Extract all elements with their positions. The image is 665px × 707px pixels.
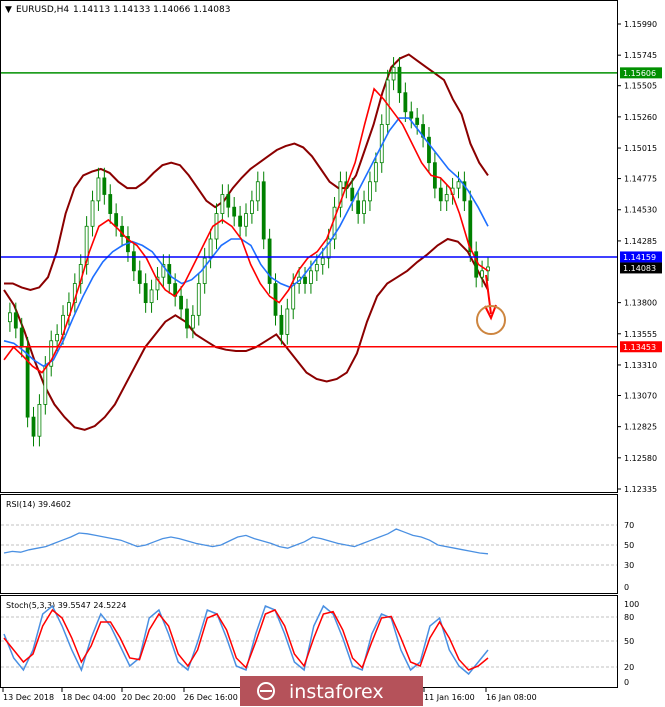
candle-body <box>285 308 290 335</box>
candle-body <box>415 117 420 125</box>
rsi-title: RSI(14) 39.4602 <box>6 500 71 509</box>
y-tick-label: 1.14285 <box>624 237 657 246</box>
y-tick-label: 1.13310 <box>624 361 657 370</box>
candle-body <box>196 283 201 316</box>
stoch-tick-100: 100 <box>624 600 639 609</box>
candle-body <box>438 187 443 202</box>
candle-body <box>13 312 18 329</box>
candle-body <box>391 66 396 81</box>
candle-body <box>244 213 248 227</box>
chart-svg: ▼ EURUSD,H4 1.14113 1.14133 1.14066 1.14… <box>0 0 662 706</box>
candle-body <box>90 200 95 227</box>
candle-body <box>31 416 36 437</box>
candle-body <box>190 314 195 329</box>
candle-body <box>202 257 207 284</box>
y-tick-label: 1.15745 <box>624 51 657 60</box>
symbol-arrow-icon: ▼ <box>5 5 12 15</box>
candle-body <box>185 308 189 329</box>
stoch-tick-50: 50 <box>624 637 634 646</box>
candle-body <box>19 327 24 348</box>
y-tick-label: 1.12825 <box>624 423 657 432</box>
x-tick-label: 13 Dec 2018 <box>3 693 54 702</box>
stoch-title: Stoch(5,3,3) 39.5547 24.5224 <box>6 601 126 610</box>
candle-body <box>456 181 461 189</box>
x-tick-label: 26 Dec 16:00 <box>184 693 238 702</box>
candle-body <box>250 200 254 214</box>
candle-body <box>43 365 48 405</box>
candle-body <box>226 194 231 208</box>
candle-body <box>397 66 402 94</box>
candle-body <box>220 194 225 214</box>
chart-ohlc: 1.14113 1.14133 1.14066 1.14083 <box>73 5 230 15</box>
candle-body <box>309 270 313 284</box>
rsi-tick-70: 70 <box>624 521 634 530</box>
candle-body <box>368 181 372 202</box>
price-panel-frame <box>0 0 618 493</box>
y-tick-label: 1.15505 <box>624 82 657 91</box>
candle-body <box>25 346 30 418</box>
y-tick-label: 1.13070 <box>624 391 657 400</box>
candle-body <box>261 181 266 240</box>
x-tick-label: 11 Jan 16:00 <box>424 693 475 702</box>
candle-body <box>149 289 154 304</box>
candle-body <box>143 283 148 304</box>
candle-body <box>179 295 183 310</box>
candle-body <box>208 238 213 259</box>
y-tick-label: 1.14530 <box>624 206 657 215</box>
candle-body <box>444 194 449 202</box>
y-tick-label: 1.12335 <box>624 485 657 494</box>
watermark-text: instaforex <box>289 681 384 703</box>
candle-body <box>96 177 101 202</box>
support-label: 1.13453 <box>623 343 656 352</box>
rsi-tick-0: 0 <box>624 583 629 592</box>
rsi-tick-30: 30 <box>624 561 634 570</box>
y-tick-label: 1.12580 <box>624 454 657 463</box>
mid-label: 1.14159 <box>623 253 656 262</box>
candle-body <box>474 251 479 278</box>
candle-body <box>114 213 119 227</box>
candle-body <box>362 200 366 214</box>
x-tick-label: 20 Dec 20:00 <box>122 693 176 702</box>
candle-body <box>303 276 307 284</box>
candle-body <box>373 162 378 183</box>
candle-body <box>238 215 242 227</box>
current-price-label: 1.14083 <box>623 264 656 273</box>
candle-body <box>131 251 136 272</box>
y-tick-label: 1.14775 <box>624 175 657 184</box>
stoch-tick-80: 80 <box>624 613 634 622</box>
candle-body <box>255 181 260 202</box>
x-tick-label: 18 Dec 04:00 <box>62 693 116 702</box>
candle-body <box>291 283 296 310</box>
y-tick-label: 1.13800 <box>624 299 657 308</box>
y-tick-label: 1.15260 <box>624 113 657 122</box>
candle-body <box>320 257 325 265</box>
stoch-tick-0: 0 <box>624 678 629 687</box>
candle-body <box>427 136 431 164</box>
candle-body <box>279 314 284 335</box>
candle-body <box>102 177 107 195</box>
candle-body <box>356 200 361 214</box>
candle-body <box>214 213 219 240</box>
resistance-label: 1.15606 <box>623 69 656 78</box>
candle-body <box>314 264 319 272</box>
candle-body <box>108 194 113 214</box>
candle-body <box>403 92 408 113</box>
stoch-tick-20: 20 <box>624 663 634 672</box>
candle-body <box>480 270 484 278</box>
candle-body <box>8 312 12 323</box>
chart-symbol: EURUSD,H4 <box>16 5 69 15</box>
y-tick-label: 1.15990 <box>624 20 657 29</box>
y-tick-label: 1.15015 <box>624 144 657 153</box>
candle-body <box>37 403 42 437</box>
y-tick-label: 1.13555 <box>624 330 657 339</box>
rsi-tick-50: 50 <box>624 541 634 550</box>
candle-body <box>409 111 414 119</box>
candle-body <box>232 206 237 217</box>
rsi-panel-frame <box>0 494 618 594</box>
candle-body <box>55 334 60 342</box>
x-tick-label: 16 Jan 08:00 <box>486 693 537 702</box>
candle-body <box>137 270 142 284</box>
